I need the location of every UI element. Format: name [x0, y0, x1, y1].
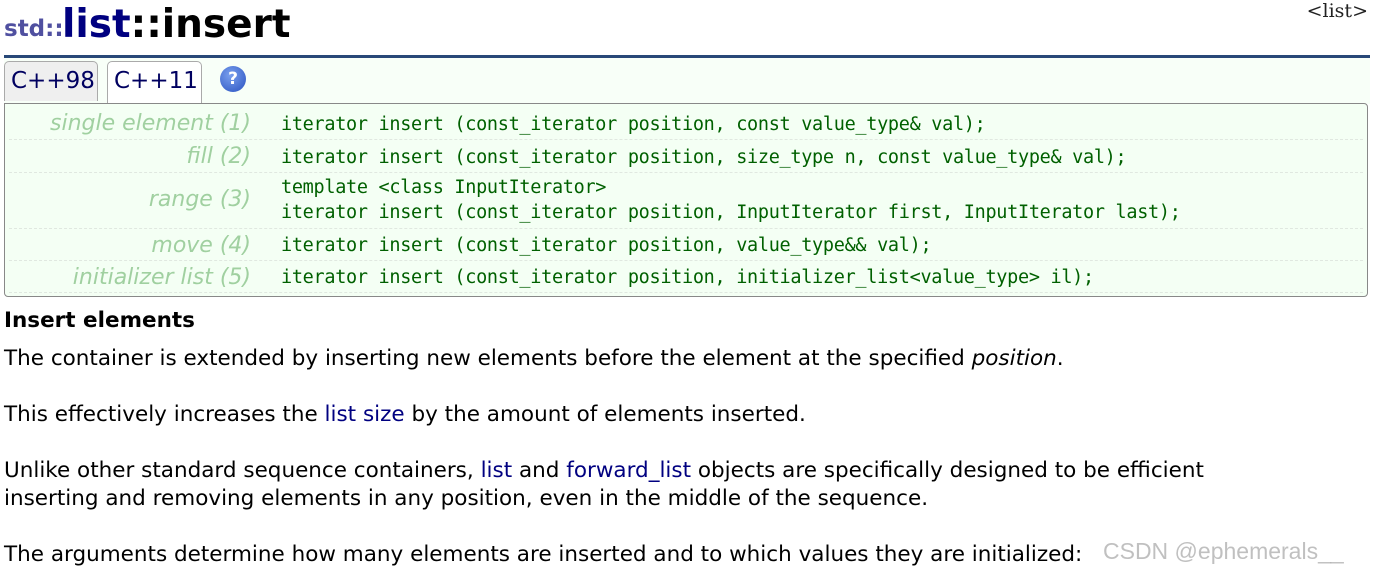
text: .	[1056, 346, 1064, 371]
text: The container is extended by inserting n…	[4, 346, 972, 371]
class-name: list	[62, 2, 131, 47]
paragraph: The container is extended by inserting n…	[4, 346, 1064, 371]
paragraph: The arguments determine how many element…	[4, 542, 1083, 567]
member-name: ::insert	[130, 2, 291, 47]
text: This effectively increases the	[4, 402, 325, 427]
header-link[interactable]: <list>	[1307, 0, 1368, 22]
signature-row: range (3) template <class InputIterator>…	[9, 172, 1363, 229]
signature-label: single element (1)	[50, 111, 251, 136]
signature-code: iterator insert (const_iterator position…	[281, 235, 932, 256]
text: and	[512, 458, 567, 483]
signature-code: iterator insert (const_iterator position…	[281, 202, 1181, 223]
signature-code: iterator insert (const_iterator position…	[281, 147, 1127, 168]
signature-label: range (3)	[148, 187, 251, 212]
signature-label: fill (2)	[186, 144, 251, 169]
paragraph-line: inserting and removing elements in any p…	[4, 486, 929, 511]
help-icon[interactable]: ?	[220, 66, 246, 92]
text: by the amount of elements inserted.	[404, 402, 806, 427]
signature-table: single element (1) iterator insert (cons…	[4, 103, 1368, 297]
text: objects are specifically designed to be …	[691, 458, 1204, 483]
watermark: CSDN @ephemerals__	[1103, 538, 1344, 564]
signature-row: initializer list (5) iterator insert (co…	[9, 260, 1363, 293]
signature-code: template <class InputIterator>	[281, 177, 607, 198]
signature-row: fill (2) iterator insert (const_iterator…	[9, 139, 1363, 173]
paragraph: Unlike other standard sequence container…	[4, 458, 1204, 483]
link-forward-list[interactable]: forward_list	[566, 458, 691, 483]
signature-row: move (4) iterator insert (const_iterator…	[9, 228, 1363, 261]
paragraph: This effectively increases the list size…	[4, 402, 806, 427]
version-tabs: C++98 C++11 ?	[4, 58, 1370, 104]
namespace-label: std::	[4, 16, 64, 42]
section-heading: Insert elements	[4, 308, 195, 333]
signature-label: initializer list (5)	[72, 265, 251, 290]
signature-row: single element (1) iterator insert (cons…	[9, 106, 1363, 140]
param-position: position	[971, 346, 1057, 371]
signature-label: move (4)	[151, 233, 251, 258]
link-list[interactable]: list	[481, 458, 513, 483]
signature-code: iterator insert (const_iterator position…	[281, 114, 986, 135]
tab-cpp98[interactable]: C++98	[4, 61, 98, 101]
page-title: list::insert	[62, 2, 290, 47]
signature-code: iterator insert (const_iterator position…	[281, 267, 1094, 288]
tab-cpp11[interactable]: C++11	[107, 61, 202, 103]
link-list-size[interactable]: list size	[325, 402, 405, 427]
text: Unlike other standard sequence container…	[4, 458, 481, 483]
page-header: std:: list::insert <list>	[4, 0, 1370, 55]
